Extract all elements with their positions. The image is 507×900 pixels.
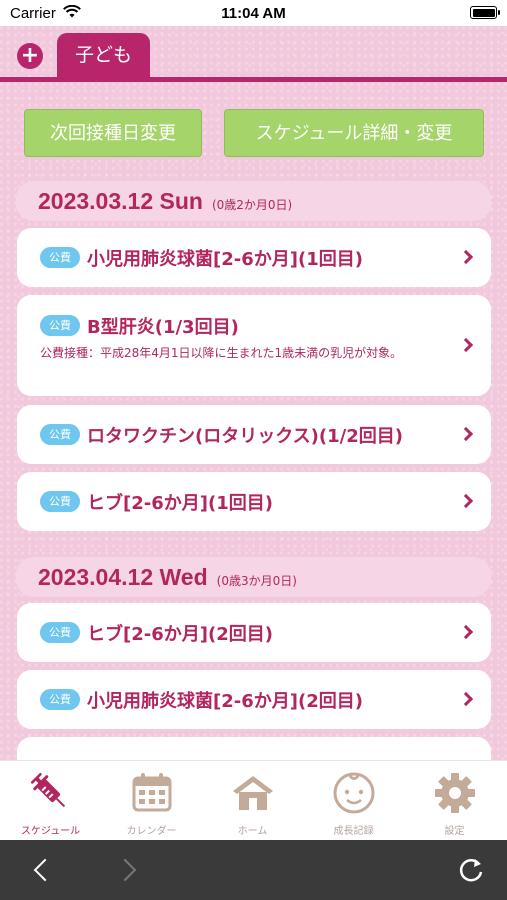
vaccine-item[interactable]: 公費 ヒブ[2-6か月](2回目) [17,603,491,662]
public-fee-badge: 公費 [40,491,80,512]
vaccine-title: 小児用肺炎球菌[2-6か月](2回目) [87,691,363,712]
reload-icon[interactable] [457,856,485,884]
tab-label: 成長記録 [333,826,374,837]
chevron-right-icon [458,624,474,640]
date-label: 2023.04.12 Wed [38,564,208,590]
age-label: (0歳3か月0日) [216,574,297,588]
public-fee-badge: 公費 [40,424,80,445]
plus-icon: + [20,43,40,68]
vaccine-title: B型肝炎(1/3回目) [87,317,239,338]
chevron-right-icon [458,493,474,509]
house-icon [232,776,273,810]
vaccine-item[interactable]: 公費 小児用肺炎球菌[2-6か月](2回目) [17,670,491,729]
tab-label: スケジュール [20,826,81,837]
tab-label: ホーム [237,826,268,837]
forward-arrow-icon[interactable] [113,858,137,882]
calendar-icon [132,773,171,812]
battery-icon [470,6,500,19]
clock: 11:04 AM [221,5,286,22]
browser-toolbar [0,840,507,900]
vaccine-title: 小児用肺炎球菌[2-6か月](1回目) [87,249,363,270]
vaccine-note: 公費接種：平成28年4月1日以降に生まれた1歳未満の乳児が対象。 [40,346,403,360]
bottom-tab-bar: スケジュール カレンダー ホーム 成長記録 設定 [0,760,507,840]
vaccine-title: ロタワクチン(ロタリックス)(1/2回目) [87,426,403,447]
tab-label: 設定 [444,826,465,837]
add-child-button[interactable]: + [17,43,43,69]
date-header: 2023.04.12 Wed (0歳3か月0日) [16,557,491,597]
chevron-right-icon [458,426,474,442]
vaccine-title: ヒブ[2-6か月](1回目) [87,493,273,514]
status-bar: Carrier 11:04 AM [0,0,507,26]
public-fee-badge: 公費 [40,315,80,336]
date-label: 2023.03.12 Sun [38,188,203,214]
vaccine-title: ヒブ[2-6か月](2回目) [87,624,273,645]
tab-home[interactable]: ホーム [202,761,303,841]
public-fee-badge: 公費 [40,247,80,268]
child-tab-row: + 子ども [0,26,507,84]
public-fee-badge: 公費 [40,622,80,643]
schedule-detail-button[interactable]: スケジュール詳細・変更 [224,109,484,157]
tab-growth[interactable]: 成長記録 [303,761,404,841]
back-arrow-icon[interactable] [33,858,57,882]
vaccine-item[interactable]: 公費 ヒブ[2-6か月](1回目) [17,472,491,531]
chevron-right-icon [458,249,474,265]
date-header: 2023.03.12 Sun (0歳2か月0日) [16,181,491,221]
gear-icon [434,773,475,813]
tab-label: カレンダー [126,826,177,837]
tab-settings[interactable]: 設定 [404,761,505,841]
tab-schedule[interactable]: スケジュール [0,761,101,841]
tab-calendar[interactable]: カレンダー [101,761,202,841]
vaccine-item[interactable]: 公費 ロタワクチン(ロタリックス)(1/2回目) [17,405,491,464]
public-fee-badge: 公費 [40,689,80,710]
tab-underline [0,77,507,82]
syringe-icon [30,772,65,808]
tab-child[interactable]: 子ども [57,33,150,79]
chevron-right-icon [458,337,474,353]
vaccine-item[interactable]: 公費 B型肝炎(1/3回目) 公費接種：平成28年4月1日以降に生まれた1歳未満… [17,295,491,396]
app-content: + 子ども 次回接種日変更 スケジュール詳細・変更 2023.03.12 Sun… [0,26,507,760]
chevron-right-icon [458,691,474,707]
baby-face-icon [333,772,374,814]
change-next-date-button[interactable]: 次回接種日変更 [24,109,202,157]
vaccine-item-partial[interactable] [17,737,491,760]
vaccine-item[interactable]: 公費 小児用肺炎球菌[2-6か月](1回目) [17,228,491,287]
age-label: (0歳2か月0日) [211,198,293,212]
